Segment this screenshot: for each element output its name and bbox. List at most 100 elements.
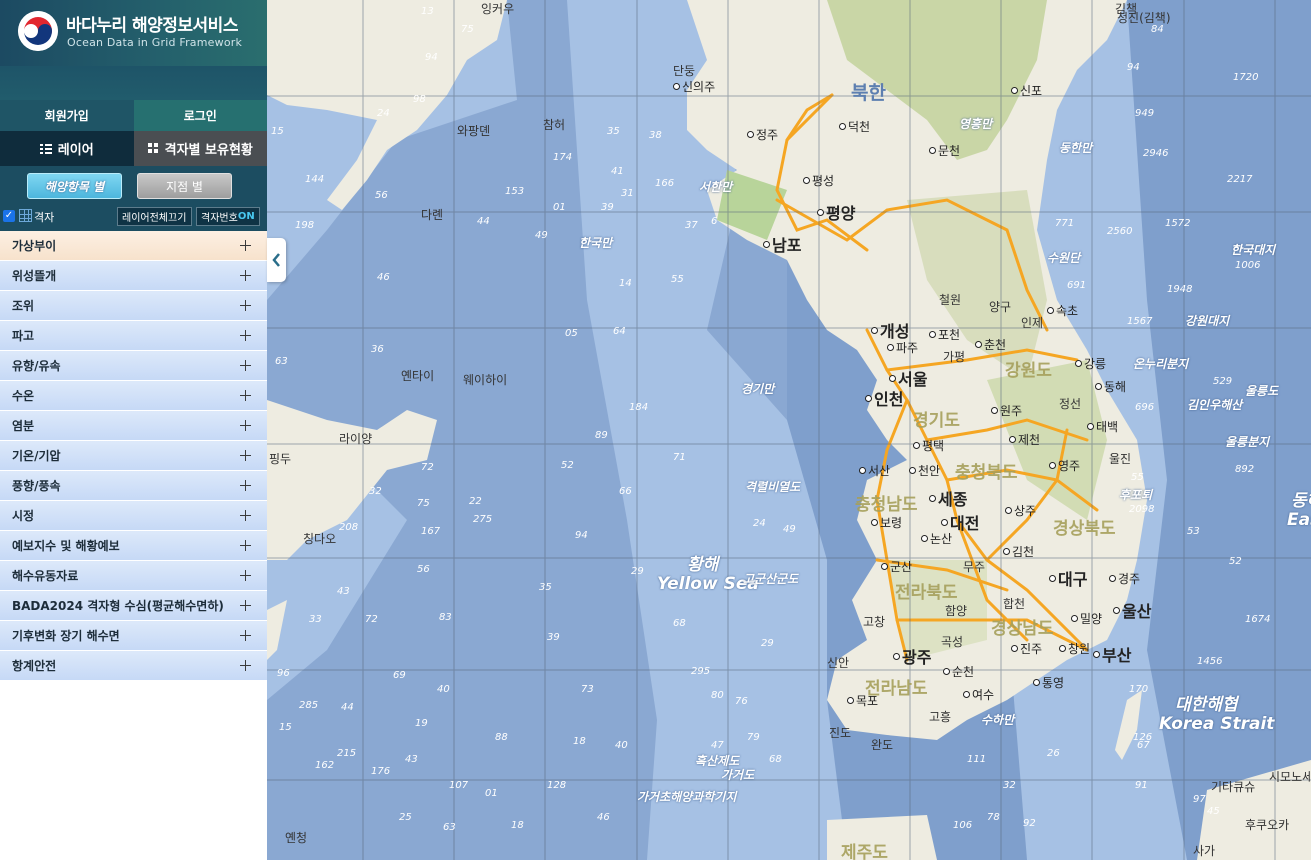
site-title[interactable]: 바다누리 해양정보서비스 <box>66 11 238 36</box>
city-marker[interactable]: 군산 <box>881 558 912 575</box>
expand-plus-icon[interactable] <box>240 330 251 341</box>
sea-label: 동해 <box>1291 491 1311 511</box>
expand-plus-icon[interactable] <box>240 660 251 671</box>
layer-menu-item[interactable]: 풍향/풍속 <box>0 471 267 501</box>
city-marker[interactable]: 태백 <box>1087 418 1118 435</box>
expand-plus-icon[interactable] <box>240 270 251 281</box>
city-marker[interactable]: 영주 <box>1049 457 1080 474</box>
join-button[interactable]: 회원가입 <box>0 100 134 131</box>
login-button[interactable]: 로그인 <box>133 100 267 131</box>
city-marker[interactable]: 평양 <box>817 200 855 224</box>
city-marker[interactable]: 상주 <box>1005 502 1036 519</box>
expand-plus-icon[interactable] <box>240 630 251 641</box>
collapse-sidebar-button[interactable] <box>267 238 286 282</box>
layer-menu-item[interactable]: 파고 <box>0 321 267 351</box>
city-marker[interactable]: 천안 <box>909 462 940 479</box>
layer-menu-item[interactable]: 가상부이 <box>0 231 267 261</box>
city-marker[interactable]: 대구 <box>1049 566 1087 590</box>
expand-plus-icon[interactable] <box>240 570 251 581</box>
depth-sounding: 47 <box>711 740 724 751</box>
expand-plus-icon[interactable] <box>240 390 251 401</box>
city-marker[interactable]: 광주 <box>893 644 931 668</box>
map-viewport[interactable]: 북한 강원도 경기도 충청북도 충청남도 경상북도 전라북도 경상남도 전라남도… <box>267 0 1311 860</box>
city-marker[interactable]: 논산 <box>921 530 952 547</box>
layer-menu-item[interactable]: 수온 <box>0 381 267 411</box>
tab-layer[interactable]: 레이어 <box>0 131 134 166</box>
grid-number-toggle[interactable]: 격자번호 ON <box>196 207 260 226</box>
expand-plus-icon[interactable] <box>240 360 251 371</box>
city-marker[interactable]: 파주 <box>887 339 918 356</box>
city-marker[interactable]: 순천 <box>943 663 974 680</box>
city-marker[interactable]: 여수 <box>963 686 994 703</box>
by-point-button[interactable]: 지점 별 <box>137 173 232 199</box>
expand-plus-icon[interactable] <box>240 510 251 521</box>
layer-menu-item[interactable]: 기온/기압 <box>0 441 267 471</box>
city-marker[interactable]: 김천 <box>1003 543 1034 560</box>
expand-plus-icon[interactable] <box>240 450 251 461</box>
city-marker[interactable]: 신의주 <box>673 78 715 95</box>
tab-grid-holdings[interactable]: 격자별 보유현황 <box>133 131 267 166</box>
depth-sounding: 84 <box>1151 24 1164 35</box>
city-marker[interactable]: 창원 <box>1059 640 1090 657</box>
city-marker[interactable]: 강릉 <box>1075 355 1106 372</box>
depth-sounding: 43 <box>405 754 418 765</box>
city-marker[interactable]: 세종 <box>929 486 967 510</box>
city-marker[interactable]: 통영 <box>1033 674 1064 691</box>
expand-plus-icon[interactable] <box>240 540 251 551</box>
layer-menu-item[interactable]: 유향/유속 <box>0 351 267 381</box>
layer-menu-item[interactable]: 염분 <box>0 411 267 441</box>
expand-plus-icon[interactable] <box>240 300 251 311</box>
layer-menu-item[interactable]: 조위 <box>0 291 267 321</box>
depth-sounding: 98 <box>413 94 426 105</box>
city-marker[interactable]: 남포 <box>763 232 801 256</box>
city-marker[interactable]: 정주 <box>747 126 778 143</box>
layers-off-button[interactable]: 레이어전체끄기 <box>117 207 192 226</box>
city-marker[interactable]: 경주 <box>1109 570 1140 587</box>
city-marker[interactable]: 서산 <box>859 462 890 479</box>
depth-sounding: 2946 <box>1143 148 1169 159</box>
depth-sounding: 55 <box>671 274 684 285</box>
city-dot-icon <box>991 407 998 414</box>
city-marker[interactable]: 울산 <box>1113 598 1151 622</box>
layer-menu-item[interactable]: BADA2024 격자형 수심(평균해수면하) <box>0 591 267 621</box>
city-marker[interactable]: 춘천 <box>975 336 1006 353</box>
expand-plus-icon[interactable] <box>240 600 251 611</box>
city-marker[interactable]: 제천 <box>1009 431 1040 448</box>
city-marker[interactable]: 평성 <box>803 172 834 189</box>
expand-plus-icon[interactable] <box>240 240 251 251</box>
province-label: 제주도 <box>841 843 888 860</box>
layer-menu-item[interactable]: 예보지수 및 해황예보 <box>0 531 267 561</box>
government-emblem-logo[interactable] <box>18 11 58 51</box>
layer-menu-item[interactable]: 시정 <box>0 501 267 531</box>
city-dot-icon <box>763 240 770 248</box>
depth-sounding: 83 <box>439 612 452 623</box>
city-marker[interactable]: 문천 <box>929 142 960 159</box>
layer-menu-item[interactable]: 해수유동자료 <box>0 561 267 591</box>
city-marker[interactable]: 밀양 <box>1071 610 1102 627</box>
layer-menu-item[interactable]: 기후변화 장기 해수면 <box>0 621 267 651</box>
city-marker[interactable]: 동해 <box>1095 378 1126 395</box>
city-marker[interactable]: 포천 <box>929 326 960 343</box>
expand-plus-icon[interactable] <box>240 480 251 491</box>
city-marker[interactable]: 속초 <box>1047 302 1078 319</box>
layer-menu-item[interactable]: 항계안전 <box>0 651 267 681</box>
city-name: 순천 <box>952 665 975 679</box>
city-marker[interactable]: 덕천 <box>839 118 870 135</box>
grid-checkbox[interactable]: ✓ <box>3 210 15 222</box>
city-marker[interactable]: 목포 <box>847 692 878 709</box>
depth-sounding: 35 <box>539 582 552 593</box>
city-marker[interactable]: 원주 <box>991 402 1022 419</box>
city-marker[interactable]: 평택 <box>913 437 944 454</box>
city-marker[interactable]: 보령 <box>871 514 902 531</box>
city-marker[interactable]: 부산 <box>1093 642 1131 666</box>
city-dot-icon <box>929 494 936 502</box>
by-sea-item-button[interactable]: 해양항목 별 <box>27 173 122 199</box>
city-marker[interactable]: 인천 <box>865 386 903 410</box>
city-marker[interactable]: 진주 <box>1011 640 1042 657</box>
layer-menu-label: 수온 <box>12 389 35 403</box>
city-dot-icon <box>1011 645 1018 652</box>
expand-plus-icon[interactable] <box>240 420 251 431</box>
city-marker[interactable]: 신포 <box>1011 82 1042 99</box>
layer-menu-item[interactable]: 위성뜰개 <box>0 261 267 291</box>
city-name: 웨이하이 <box>463 373 508 387</box>
